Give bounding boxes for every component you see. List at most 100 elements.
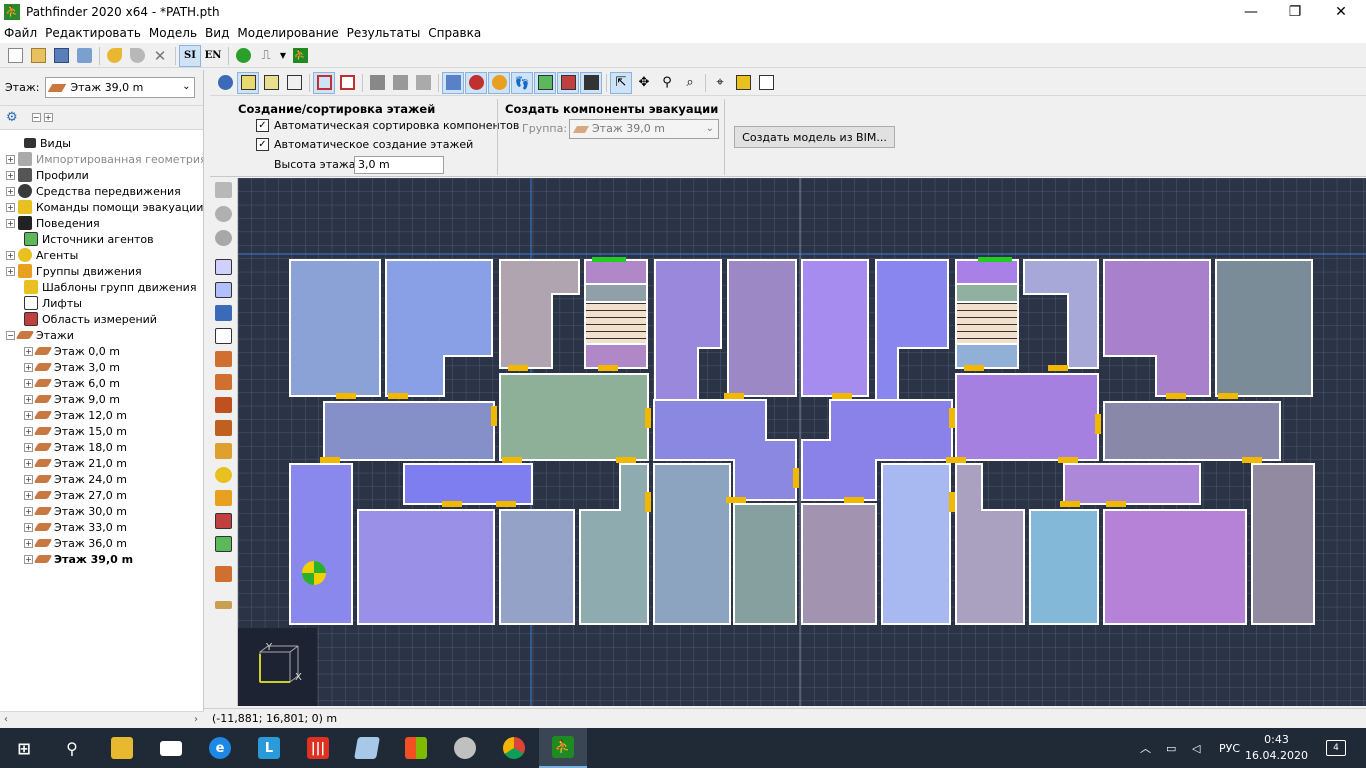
tree-floor-item-active[interactable]: + Этаж 39,0 m: [24, 551, 133, 567]
tree-floor-item[interactable]: + Этаж 21,0 m: [24, 455, 127, 471]
door[interactable]: [442, 501, 462, 507]
room[interactable]: [955, 301, 1019, 345]
door[interactable]: [946, 457, 966, 463]
show-footprints-button[interactable]: 👣: [511, 71, 533, 94]
orbit-tool-icon[interactable]: [215, 230, 232, 246]
room[interactable]: [1103, 509, 1247, 625]
room[interactable]: [955, 259, 1019, 285]
tree-item-assist-teams[interactable]: + Команды помощи эвакуации: [6, 199, 203, 215]
show-navigation-button[interactable]: [442, 71, 464, 94]
room[interactable]: [499, 509, 575, 625]
show-all-floors-button[interactable]: [260, 72, 282, 94]
delete-button[interactable]: ✕: [149, 45, 171, 67]
door[interactable]: [1166, 393, 1186, 399]
tree-item-vehicles[interactable]: + Средства передвижения: [6, 183, 181, 199]
door[interactable]: [1242, 457, 1262, 463]
menu-view[interactable]: Вид: [201, 26, 233, 40]
tree-item-floors[interactable]: − Этажи: [6, 327, 74, 343]
tray-network-icon[interactable]: ▭: [1166, 728, 1176, 768]
room[interactable]: [357, 509, 495, 625]
auto-sort-checkbox[interactable]: ✓ Автоматическая сортировка компонентов: [256, 119, 519, 132]
tree-item-behaviors[interactable]: + Поведения: [6, 215, 100, 231]
zoom-box-button[interactable]: ⌕: [679, 72, 701, 94]
expand-all-button[interactable]: +: [43, 113, 53, 122]
new-file-button[interactable]: [4, 45, 26, 67]
view-side-button[interactable]: [412, 72, 434, 94]
view-front-button[interactable]: [389, 72, 411, 94]
tray-language[interactable]: РУС: [1219, 728, 1240, 768]
expand-icon[interactable]: +: [24, 442, 33, 452]
expand-icon[interactable]: +: [24, 506, 33, 516]
tree-floor-item[interactable]: + Этаж 27,0 m: [24, 487, 127, 503]
door[interactable]: [726, 497, 746, 503]
door[interactable]: [502, 457, 522, 463]
room[interactable]: [584, 343, 648, 369]
start-button[interactable]: ⊞: [0, 728, 48, 768]
expand-icon[interactable]: +: [6, 250, 15, 260]
tree-floor-item[interactable]: + Этаж 6,0 m: [24, 375, 120, 391]
taskbar-app-l[interactable]: L: [245, 728, 293, 768]
door[interactable]: [320, 457, 340, 463]
expand-icon[interactable]: +: [6, 170, 15, 180]
taskbar-app-notes[interactable]: [343, 728, 391, 768]
undo-button[interactable]: [103, 45, 125, 67]
tree-floor-item[interactable]: + Этаж 24,0 m: [24, 471, 127, 487]
agent-tool-icon[interactable]: [215, 467, 232, 483]
agent-marker[interactable]: [302, 561, 326, 585]
elevator-tool-icon[interactable]: [215, 443, 232, 459]
expand-icon[interactable]: +: [6, 218, 15, 228]
auto-create-checkbox[interactable]: ✓ Автоматическое создание этажей: [256, 138, 473, 151]
door[interactable]: [592, 257, 626, 262]
zoom-selected-button[interactable]: [755, 72, 777, 94]
taskbar-app-red[interactable]: |||: [294, 728, 342, 768]
menu-simulation[interactable]: Моделирование: [233, 26, 342, 40]
redo-button[interactable]: [126, 45, 148, 67]
tree-floor-item[interactable]: + Этаж 0,0 m: [24, 343, 120, 359]
expand-icon[interactable]: +: [6, 186, 15, 196]
tree-horizontal-scrollbar[interactable]: ‹ ›: [0, 711, 204, 728]
run-simulation-button[interactable]: [232, 45, 254, 67]
room[interactable]: [801, 259, 869, 397]
tree-item-views[interactable]: Виды: [24, 135, 71, 151]
perspective-view-button[interactable]: [313, 71, 335, 94]
room[interactable]: [1215, 259, 1313, 397]
taskbar-edge[interactable]: e: [196, 728, 244, 768]
door[interactable]: [949, 492, 955, 512]
tree-floor-item[interactable]: + Этаж 15,0 m: [24, 423, 127, 439]
door[interactable]: [388, 393, 408, 399]
rect-room-tool-icon[interactable]: [215, 282, 232, 298]
create-from-bim-button[interactable]: Создать модель из BIM...: [734, 126, 895, 148]
tree-floor-item[interactable]: + Этаж 9,0 m: [24, 391, 120, 407]
taskbar-store[interactable]: [392, 728, 440, 768]
taskbar-paint[interactable]: [441, 728, 489, 768]
expand-icon[interactable]: +: [24, 346, 33, 356]
expand-icon[interactable]: +: [24, 426, 33, 436]
ramp-tool-icon[interactable]: [215, 397, 232, 413]
group-select[interactable]: Этаж 39,0 m ⌄: [569, 119, 719, 139]
show-agents-button[interactable]: [465, 71, 487, 94]
tree-floor-item[interactable]: + Этаж 33,0 m: [24, 519, 127, 535]
ortho-view-button[interactable]: [336, 72, 358, 94]
tree-item-imported-geometry[interactable]: + Импортированная геометрия: [6, 151, 203, 167]
door[interactable]: [645, 408, 651, 428]
floor-plan[interactable]: Y X: [238, 178, 1366, 706]
wall-tool-icon[interactable]: [215, 305, 232, 321]
show-groups-button[interactable]: [488, 71, 510, 94]
door[interactable]: [1048, 365, 1068, 371]
scroll-left-icon[interactable]: ‹: [4, 714, 8, 725]
door[interactable]: [964, 365, 984, 371]
scroll-right-icon[interactable]: ›: [194, 714, 198, 725]
door[interactable]: [949, 408, 955, 428]
tree-floor-item[interactable]: + Этаж 30,0 m: [24, 503, 127, 519]
camera-tool-icon[interactable]: [215, 566, 232, 582]
room[interactable]: [289, 463, 353, 625]
zoom-tool-button[interactable]: ⚲: [656, 72, 678, 94]
units-si-button[interactable]: SI: [179, 44, 201, 67]
tree-item-group-templates[interactable]: Шаблоны групп движения: [24, 279, 196, 295]
import-button[interactable]: [73, 45, 95, 67]
measurement-tool-icon[interactable]: [215, 513, 232, 529]
taskbar-explorer[interactable]: [98, 728, 146, 768]
door[interactable]: [1058, 457, 1078, 463]
tray-clock[interactable]: 0:43 16.04.2020: [1245, 732, 1308, 764]
door[interactable]: [832, 393, 852, 399]
